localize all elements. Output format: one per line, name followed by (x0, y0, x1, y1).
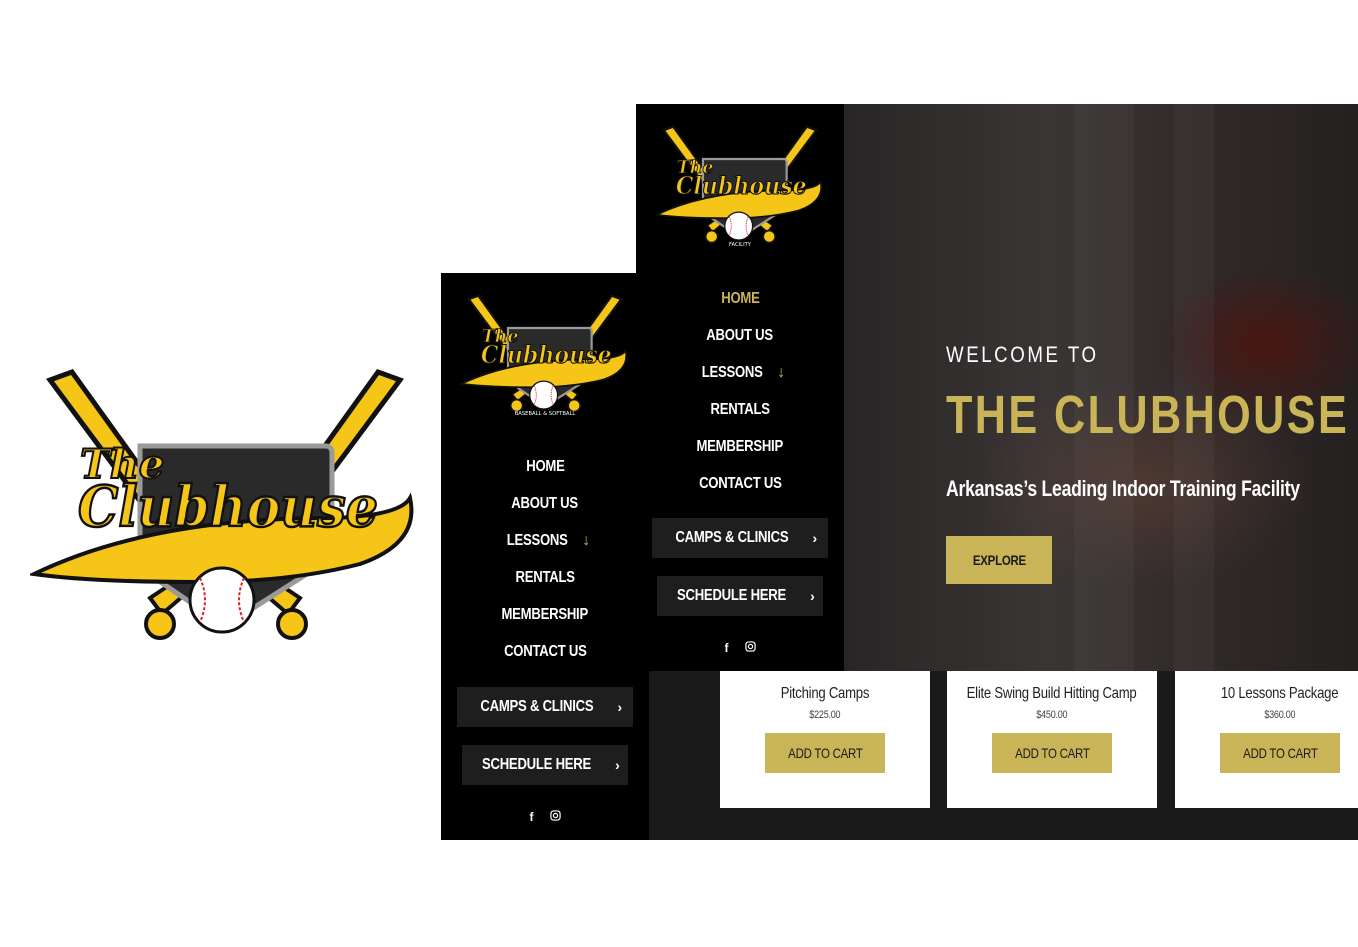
product-name[interactable]: Elite Swing Build Hitting Camp (967, 685, 1137, 703)
facebook-icon[interactable]: f (530, 810, 534, 824)
camps-clinics-button[interactable]: CAMPS & CLINICS › (457, 687, 633, 727)
nav-item-about[interactable]: ABOUT US (441, 492, 649, 529)
nav-item-membership[interactable]: MEMBERSHIP (441, 603, 649, 640)
hero-banner: WELCOME TO THE CLUBHOUSE Arkansas’s Lead… (844, 104, 1358, 671)
nav-item-home[interactable]: HOME (441, 455, 649, 492)
social-links: f (441, 810, 649, 824)
add-to-cart-button[interactable]: ADD TO CART (992, 733, 1112, 773)
product-name[interactable]: Pitching Camps (781, 685, 870, 703)
chevron-right-icon: › (615, 757, 620, 773)
nav-panel-front: The Clubhouse BASEBALL & SOFTBALL HOME A… (441, 273, 649, 840)
product-price: $360.00 (1264, 709, 1296, 721)
social-links: f (636, 641, 844, 655)
nav-item-rentals[interactable]: RENTALS (441, 566, 649, 603)
nav-item-contact[interactable]: CONTACT US (441, 640, 649, 677)
nav-panel-back: The Clubhouse FACILITY HOME ABOUT US LES… (636, 104, 844, 671)
chevron-right-icon: › (617, 699, 623, 715)
facebook-icon[interactable]: f (725, 641, 729, 655)
hero-title: THE CLUBHOUSE (946, 385, 1350, 445)
add-to-cart-button[interactable]: ADD TO CART (765, 733, 885, 773)
nav-item-home[interactable]: HOME (636, 287, 844, 324)
logo-text-clubhouse: Clubhouse (676, 171, 807, 200)
logo-tagline: BASEBALL & SOFTBALL (515, 411, 576, 417)
nav-item-rentals[interactable]: RENTALS (636, 398, 844, 435)
product-price: $225.00 (809, 709, 841, 721)
main-nav: HOME ABOUT US LESSONS ↓ RENTALS MEMBERSHI… (636, 287, 844, 509)
clubhouse-logo-small[interactable]: The Clubhouse FACILITY (655, 122, 825, 250)
schedule-here-button[interactable]: SCHEDULE HERE › (657, 576, 823, 616)
product-card: 10 Lessons Package $360.00 ADD TO CART (1175, 671, 1358, 808)
product-price: $450.00 (1036, 709, 1068, 721)
main-nav: HOME ABOUT US LESSONS ↓ RENTALS MEMBERSHI… (441, 455, 649, 677)
product-card: Pitching Camps $225.00 ADD TO CART (720, 671, 930, 808)
instagram-icon[interactable] (744, 641, 756, 655)
nav-item-contact[interactable]: CONTACT US (636, 472, 844, 509)
chevron-right-icon: › (812, 530, 818, 546)
instagram-icon[interactable] (549, 810, 561, 824)
chevron-right-icon: › (810, 588, 815, 604)
arrow-down-icon: ↓ (777, 364, 786, 381)
clubhouse-logo-large: The Clubhouse (30, 368, 420, 648)
logo-tagline: FACILITY (729, 242, 752, 248)
hero-welcome: WELCOME TO (946, 342, 1099, 367)
schedule-here-button[interactable]: SCHEDULE HERE › (462, 745, 628, 785)
nav-item-about[interactable]: ABOUT US (636, 324, 844, 361)
logo-text-clubhouse: Clubhouse (78, 474, 378, 540)
nav-item-lessons[interactable]: LESSONS ↓ (441, 529, 649, 566)
clubhouse-logo-small[interactable]: The Clubhouse BASEBALL & SOFTBALL (460, 291, 630, 419)
explore-button[interactable]: EXPLORE (946, 536, 1052, 584)
nav-item-lessons[interactable]: LESSONS ↓ (636, 361, 844, 398)
camps-clinics-button[interactable]: CAMPS & CLINICS › (652, 518, 828, 558)
product-name[interactable]: 10 Lessons Package (1221, 685, 1339, 703)
arrow-down-icon: ↓ (582, 532, 591, 549)
nav-item-membership[interactable]: MEMBERSHIP (636, 435, 844, 472)
product-card: Elite Swing Build Hitting Camp $450.00 A… (947, 671, 1157, 808)
add-to-cart-button[interactable]: ADD TO CART (1220, 733, 1340, 773)
hero-subtitle: Arkansas’s Leading Indoor Training Facil… (946, 476, 1300, 501)
logo-text-clubhouse: Clubhouse (481, 340, 612, 369)
